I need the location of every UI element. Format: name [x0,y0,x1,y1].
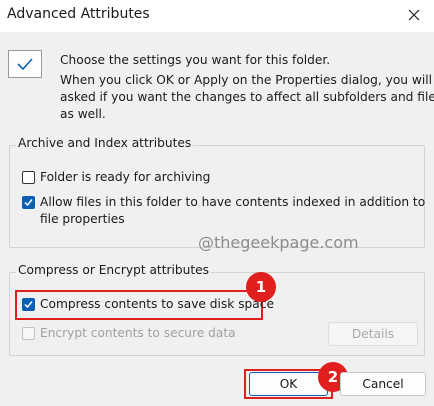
intro-text-line-2: When you click OK or Apply on the Proper… [60,73,434,87]
indexing-checkbox[interactable] [22,196,35,209]
intro-text-line-1: Choose the settings you want for this fo… [60,53,331,67]
details-button[interactable]: Details [328,322,418,346]
advanced-attributes-dialog: Advanced Attributes Choose the settings … [0,0,434,406]
checkmark-icon [24,301,33,309]
folder-settings-icon [8,50,42,78]
intro-text-line-4: as well. [60,107,106,121]
encrypt-checkbox[interactable] [22,327,35,340]
step-1-badge: 1 [246,272,276,302]
close-button[interactable] [400,2,428,28]
indexing-label-line-2[interactable]: file properties [40,211,125,227]
compress-label[interactable]: Compress contents to save disk space [40,296,274,312]
archiving-label[interactable]: Folder is ready for archiving [40,169,210,185]
close-icon [408,9,420,21]
checkmark-icon [24,199,33,207]
compress-checkbox[interactable] [22,298,35,311]
encrypt-label[interactable]: Encrypt contents to secure data [40,325,236,341]
ok-button[interactable]: OK [249,372,328,396]
archive-group-title: Archive and Index attributes [16,136,194,150]
compress-group-title: Compress or Encrypt attributes [16,263,211,277]
archiving-checkbox[interactable] [22,171,35,184]
indexing-label-line-1[interactable]: Allow files in this folder to have conte… [40,194,425,210]
watermark-text: @thegeekpage.com [198,233,359,252]
intro-text-line-3: asked if you want the changes to affect … [60,90,434,104]
title-bar: Advanced Attributes [0,0,434,32]
cancel-button[interactable]: Cancel [340,372,426,396]
checkmark-icon [17,58,33,71]
dialog-title: Advanced Attributes [7,6,150,22]
